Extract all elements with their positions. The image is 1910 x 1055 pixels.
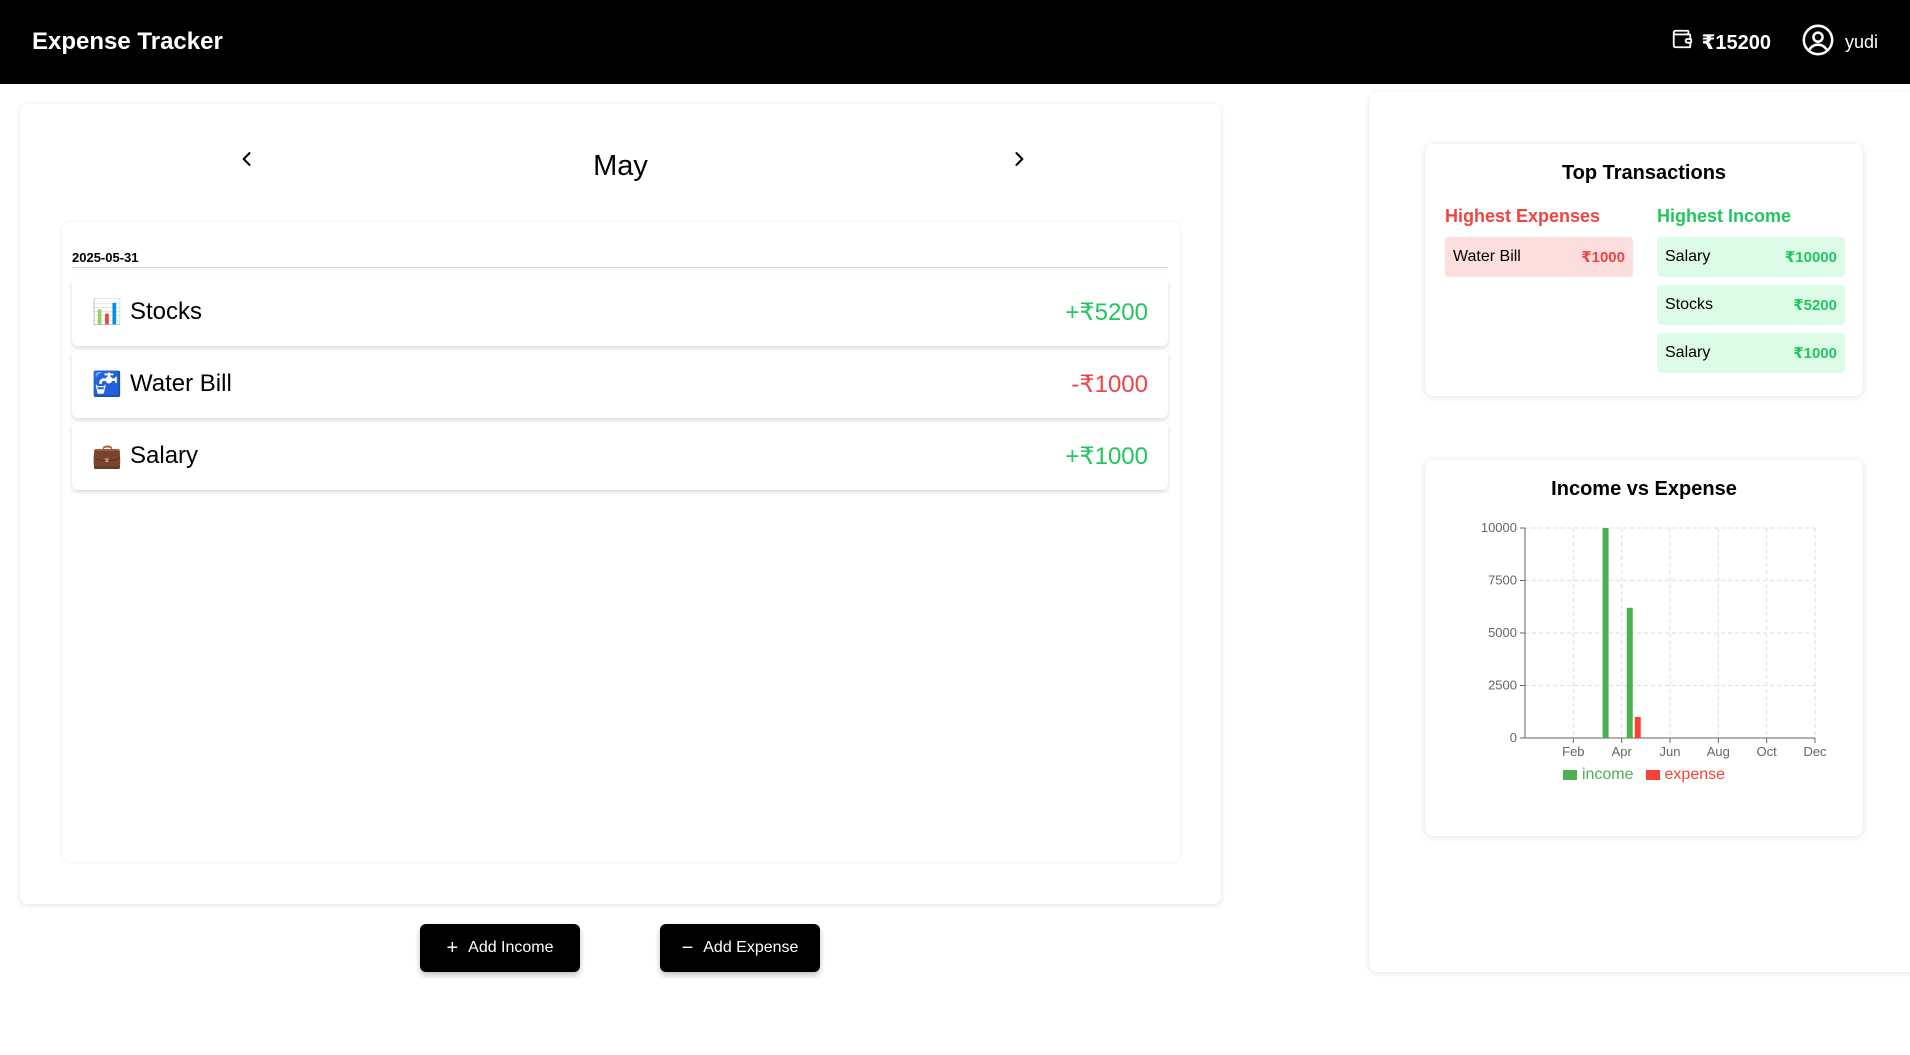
top-income-row: Salary ₹1000 bbox=[1657, 333, 1845, 373]
legend-expense[interactable]: expense bbox=[1645, 766, 1726, 784]
date-group-header: 2025-05-31 bbox=[72, 250, 1168, 268]
income-vs-expense-card: Income vs Expense 0 2500 5000 7500 10000 Feb A… bbox=[1425, 460, 1863, 836]
x-tick-label: Jun bbox=[1660, 744, 1681, 759]
transactions-panel: May 2025-05-31 📊 Stocks +₹5200 🚰 Water B… bbox=[20, 104, 1221, 904]
x-tick-label: Aug bbox=[1707, 744, 1730, 759]
add-income-label: Add Income bbox=[468, 939, 554, 956]
highest-expenses-column: Highest Expenses Water Bill ₹1000 bbox=[1445, 206, 1633, 285]
topbar-right: ₹15200 yudi bbox=[1671, 23, 1878, 62]
highest-income-column: Highest Income Salary ₹10000 Stocks ₹520… bbox=[1657, 206, 1845, 381]
add-expense-label: Add Expense bbox=[703, 939, 799, 956]
add-expense-button[interactable]: − Add Expense bbox=[660, 924, 820, 972]
income-swatch bbox=[1562, 770, 1577, 780]
top-income-row: Salary ₹10000 bbox=[1657, 237, 1845, 277]
x-tick-label: Oct bbox=[1757, 744, 1778, 759]
top-income-row: Stocks ₹5200 bbox=[1657, 285, 1845, 325]
legend-income-label: income bbox=[1581, 766, 1634, 783]
y-tick-label: 0 bbox=[1510, 730, 1517, 745]
transaction-info: 🚰 Water Bill bbox=[92, 370, 232, 399]
bar-income-may bbox=[1626, 607, 1633, 738]
top-income-amount: ₹1000 bbox=[1793, 345, 1837, 362]
chart-legend: income expense bbox=[1425, 766, 1863, 784]
y-tick-label: 2500 bbox=[1488, 678, 1517, 693]
add-income-button[interactable]: + Add Income bbox=[420, 924, 580, 972]
top-income-amount: ₹10000 bbox=[1784, 249, 1837, 266]
bar-expense-may bbox=[1634, 717, 1641, 738]
top-transactions-title: Top Transactions bbox=[1561, 162, 1727, 184]
transaction-name: Stocks bbox=[130, 298, 203, 325]
summary-panel: Top Transactions Highest Expenses Water … bbox=[1369, 92, 1910, 972]
transaction-info: 📊 Stocks bbox=[92, 298, 202, 327]
transaction-amount: +₹1000 bbox=[1065, 442, 1148, 470]
x-tick-label: Feb bbox=[1562, 744, 1584, 759]
top-income-name: Salary bbox=[1665, 248, 1711, 265]
transaction-row-salary[interactable]: 💼 Salary +₹1000 bbox=[72, 422, 1168, 490]
top-expense-amount: ₹1000 bbox=[1581, 249, 1625, 266]
bar-income-apr bbox=[1602, 528, 1609, 738]
user-menu[interactable]: yudi bbox=[1801, 23, 1878, 62]
expense-swatch bbox=[1645, 770, 1660, 780]
water-tap-emoji-icon: 🚰 bbox=[92, 370, 122, 398]
current-month: May bbox=[593, 150, 648, 182]
user-circle-icon bbox=[1801, 23, 1835, 62]
plus-icon: + bbox=[446, 937, 459, 959]
transaction-row-stocks[interactable]: 📊 Stocks +₹5200 bbox=[72, 278, 1168, 346]
next-month-button[interactable] bbox=[1004, 144, 1034, 174]
y-tick-label: 7500 bbox=[1488, 573, 1517, 588]
transaction-name: Salary bbox=[130, 442, 199, 469]
x-tick-label: Dec bbox=[1803, 744, 1827, 759]
x-tick-label: Apr bbox=[1612, 744, 1633, 759]
username: yudi bbox=[1844, 31, 1878, 52]
transaction-amount: +₹5200 bbox=[1065, 298, 1148, 326]
month-label: May bbox=[20, 150, 1221, 183]
y-tick-label: 10000 bbox=[1481, 520, 1517, 535]
top-bar: Expense Tracker ₹15200 yudi bbox=[0, 0, 1910, 84]
top-transactions-card: Top Transactions Highest Expenses Water … bbox=[1425, 144, 1863, 396]
income-expense-chart: 0 2500 5000 7500 10000 Feb Apr Jun Aug Oct Dec bbox=[1481, 520, 1827, 759]
balance-amount: ₹15200 bbox=[1701, 31, 1771, 54]
transaction-amount: -₹1000 bbox=[1071, 370, 1148, 398]
legend-expense-label: expense bbox=[1664, 766, 1726, 783]
month-navigation: May bbox=[20, 134, 1221, 194]
highest-expenses-heading: Highest Expenses bbox=[1445, 206, 1601, 226]
transaction-info: 💼 Salary bbox=[92, 442, 198, 471]
top-expense-name: Water Bill bbox=[1453, 248, 1521, 265]
transaction-row-water-bill[interactable]: 🚰 Water Bill -₹1000 bbox=[72, 350, 1168, 418]
wallet-icon bbox=[1671, 28, 1693, 56]
highest-income-heading: Highest Income bbox=[1657, 206, 1792, 226]
chevron-right-icon bbox=[1015, 152, 1024, 166]
balance-display: ₹15200 bbox=[1671, 28, 1771, 56]
top-income-name: Salary bbox=[1665, 344, 1711, 361]
chart-emoji-icon: 📊 bbox=[92, 298, 122, 326]
transaction-list: 2025-05-31 📊 Stocks +₹5200 🚰 Water Bill … bbox=[62, 222, 1180, 862]
app-title: Expense Tracker bbox=[32, 28, 223, 55]
y-tick-label: 5000 bbox=[1488, 625, 1517, 640]
minus-icon: − bbox=[681, 937, 694, 959]
top-expense-row: Water Bill ₹1000 bbox=[1445, 237, 1633, 277]
briefcase-emoji-icon: 💼 bbox=[92, 442, 122, 470]
chart-title: Income vs Expense bbox=[1551, 478, 1737, 500]
top-income-name: Stocks bbox=[1665, 296, 1714, 313]
legend-income[interactable]: income bbox=[1562, 766, 1634, 784]
transaction-name: Water Bill bbox=[130, 370, 232, 397]
top-income-amount: ₹5200 bbox=[1793, 297, 1837, 314]
